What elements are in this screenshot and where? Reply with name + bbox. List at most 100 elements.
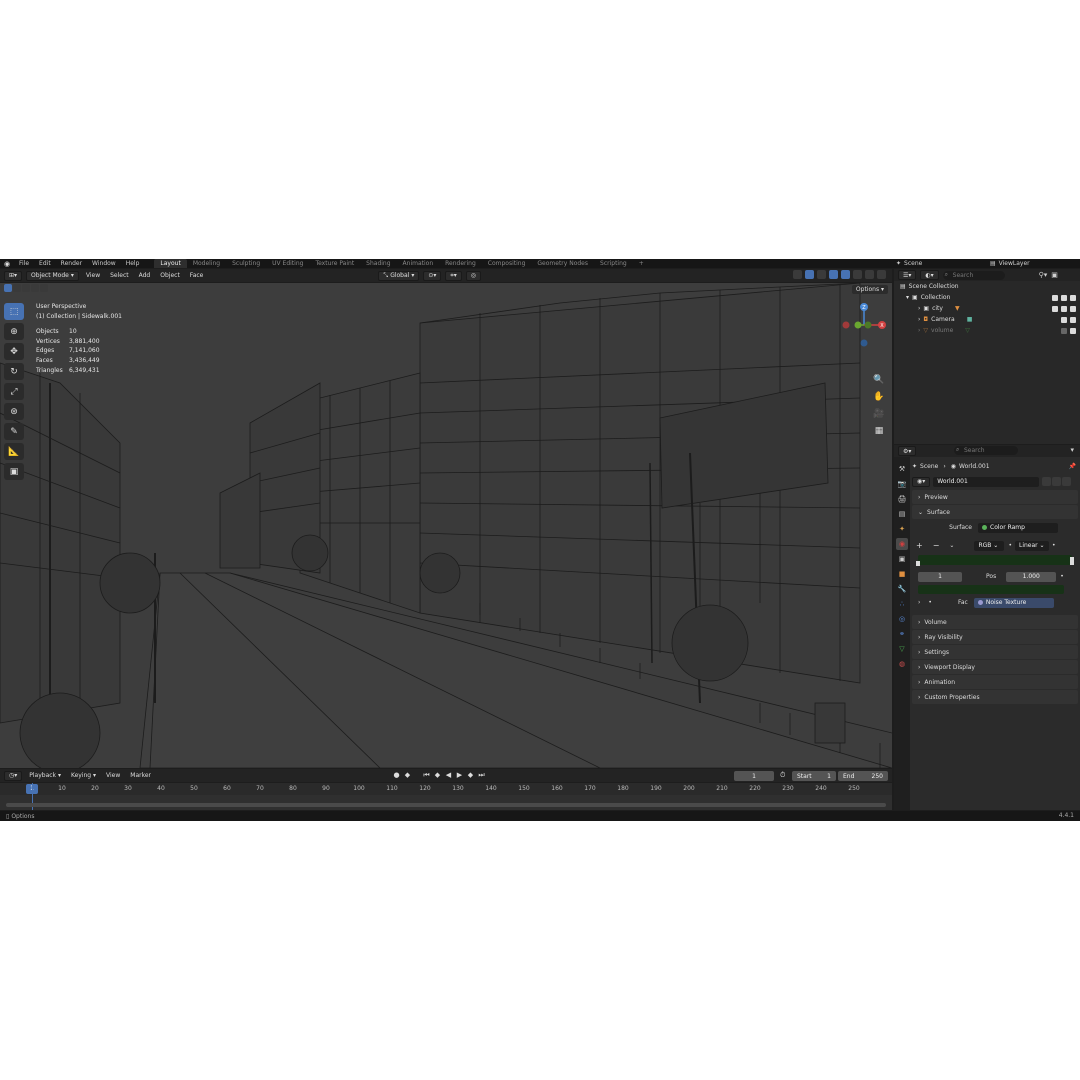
- add-stop-button[interactable]: +: [916, 541, 923, 550]
- blender-logo-icon[interactable]: ◉: [0, 259, 14, 268]
- ramp-menu-chevron-icon[interactable]: ⌄: [949, 542, 954, 549]
- view-layer-selector[interactable]: ▤ ViewLayer: [990, 259, 1080, 268]
- neg-y-axis-handle[interactable]: [864, 321, 872, 329]
- tab-shading[interactable]: Shading: [360, 259, 396, 268]
- wireframe-shading-icon[interactable]: [841, 270, 850, 279]
- color-mode-select[interactable]: RGB ⌄: [974, 540, 1005, 551]
- pos-field[interactable]: 1.000: [1006, 571, 1057, 582]
- color-ramp-gradient[interactable]: [916, 555, 1074, 566]
- fac-expand-icon[interactable]: ›: [918, 599, 920, 606]
- object-tab-icon[interactable]: ■: [896, 568, 908, 580]
- camera-icon[interactable]: [1070, 327, 1076, 334]
- select-box-tool-icon[interactable]: ⬚: [4, 303, 24, 320]
- collection-tab-icon[interactable]: ▣: [896, 553, 908, 565]
- menu-view[interactable]: View: [83, 272, 103, 279]
- eye-icon[interactable]: [1061, 316, 1067, 323]
- material-shading-icon[interactable]: [865, 270, 874, 279]
- current-frame-field[interactable]: 1: [734, 771, 774, 781]
- remove-stop-button[interactable]: −: [933, 541, 940, 550]
- expand-icon[interactable]: ›: [918, 305, 920, 312]
- menu-keying[interactable]: Keying ▾: [68, 772, 99, 779]
- timeline-ruler[interactable]: 1 10 20 30 40 50 60 70 80 90 100 110 120…: [0, 783, 892, 795]
- outliner-editor-type-button[interactable]: ☰▾: [898, 270, 917, 280]
- select-invert-icon[interactable]: [31, 284, 39, 292]
- scene-selector[interactable]: ✦ Scene: [896, 259, 980, 268]
- tab-modeling[interactable]: Modeling: [187, 259, 226, 268]
- exclude-checkbox[interactable]: [1052, 305, 1058, 312]
- outliner-item-collection[interactable]: ▾ ▣ Collection: [894, 292, 1080, 303]
- panel-viewport-display[interactable]: › Viewport Display: [912, 660, 1078, 674]
- material-tab-icon[interactable]: ◍: [896, 658, 908, 670]
- menu-marker[interactable]: Marker: [127, 772, 154, 779]
- fake-user-icon[interactable]: [1042, 477, 1052, 486]
- unlink-icon[interactable]: [1062, 477, 1072, 486]
- tab-compositing[interactable]: Compositing: [482, 259, 532, 268]
- hidden-eye-icon[interactable]: [1061, 327, 1067, 334]
- outliner-root[interactable]: ▤ Scene Collection: [894, 281, 1080, 292]
- neg-x-axis-handle[interactable]: [842, 321, 850, 329]
- duplicate-icon[interactable]: [1052, 477, 1062, 486]
- expand-icon[interactable]: ›: [918, 327, 920, 334]
- menu-render[interactable]: Render: [56, 259, 87, 268]
- camera-icon[interactable]: [1070, 305, 1076, 312]
- end-frame-field[interactable]: End 250: [838, 771, 888, 781]
- tab-rendering[interactable]: Rendering: [439, 259, 482, 268]
- properties-editor-type-button[interactable]: ⚙▾: [898, 446, 917, 456]
- cursor-tool-icon[interactable]: ⊕: [4, 323, 24, 340]
- start-frame-field[interactable]: Start 1: [792, 771, 836, 781]
- menu-playback[interactable]: Playback ▾: [26, 772, 64, 779]
- 3d-viewport[interactable]: ⬚ ⊕ ✥ ↻ ⤢ ⊛ ✎ 📐 ▣ User Perspective (1) C…: [0, 283, 892, 768]
- menu-object[interactable]: Object: [157, 272, 183, 279]
- proportional-edit-button[interactable]: ◎: [465, 270, 482, 281]
- panel-ray-visibility[interactable]: › Ray Visibility: [912, 630, 1078, 644]
- zoom-icon[interactable]: 🔍: [872, 373, 886, 386]
- select-extend-icon[interactable]: [13, 284, 21, 292]
- scene-tab-icon[interactable]: ✦: [896, 523, 908, 535]
- stop-color-swatch[interactable]: [918, 585, 1064, 594]
- camera-view-icon[interactable]: 🎥: [872, 407, 886, 420]
- outliner-item-camera[interactable]: › ◘ Camera ■: [894, 314, 1080, 325]
- filter-icon[interactable]: ⚲▾: [1039, 271, 1048, 279]
- outliner-search-input[interactable]: Search: [942, 270, 1005, 280]
- y-axis-handle[interactable]: [854, 321, 862, 329]
- eye-icon[interactable]: [1061, 305, 1067, 312]
- tab-animation[interactable]: Animation: [397, 259, 440, 268]
- properties-search-input[interactable]: Search: [954, 445, 1018, 455]
- jump-start-icon[interactable]: ⏮: [422, 771, 431, 780]
- menu-file[interactable]: File: [14, 259, 34, 268]
- menu-add[interactable]: Add: [136, 272, 154, 279]
- expand-icon[interactable]: ›: [918, 316, 920, 323]
- fac-node-field[interactable]: Noise Texture: [973, 597, 1054, 608]
- menu-help[interactable]: Help: [121, 259, 145, 268]
- grid-projection-icon[interactable]: ▦: [872, 424, 886, 437]
- mode-selector[interactable]: Object Mode ▾: [26, 270, 79, 281]
- data-tab-icon[interactable]: ▽: [896, 643, 908, 655]
- ramp-stop-left[interactable]: [916, 561, 920, 566]
- panel-volume[interactable]: › Volume: [912, 615, 1078, 629]
- eye-icon[interactable]: [1061, 294, 1067, 301]
- tool-tab-icon[interactable]: ⚒: [896, 463, 908, 475]
- options-chevron-icon[interactable]: ▾: [1070, 446, 1074, 454]
- camera-icon[interactable]: [1070, 294, 1076, 301]
- outliner-item-city[interactable]: › ▣ city ▼: [894, 303, 1080, 314]
- tab-sculpting[interactable]: Sculpting: [226, 259, 266, 268]
- timeline-body[interactable]: [0, 783, 892, 810]
- display-mode-button[interactable]: ◐▾: [920, 270, 939, 280]
- tab-geometry-nodes[interactable]: Geometry Nodes: [531, 259, 594, 268]
- transform-orientation-selector[interactable]: ⤡ Global ▾: [378, 270, 420, 281]
- menu-timeline-view[interactable]: View: [103, 772, 123, 779]
- panel-animation[interactable]: › Animation: [912, 675, 1078, 689]
- menu-window[interactable]: Window: [87, 259, 121, 268]
- pivot-point-button[interactable]: ⊙▾: [423, 270, 442, 281]
- view-layer-tab-icon[interactable]: ▤: [896, 508, 908, 520]
- play-reverse-icon[interactable]: ◀: [444, 771, 453, 780]
- panel-custom-properties[interactable]: › Custom Properties: [912, 690, 1078, 704]
- ramp-stop-right[interactable]: [1070, 557, 1074, 565]
- particles-tab-icon[interactable]: ∴: [896, 598, 908, 610]
- world-name-field[interactable]: World.001: [933, 476, 1040, 487]
- rotate-tool-icon[interactable]: ↻: [4, 363, 24, 380]
- panel-preview[interactable]: › Preview: [912, 490, 1078, 504]
- menu-face[interactable]: Face: [187, 272, 207, 279]
- gizmo-toggle-icon[interactable]: [805, 270, 814, 279]
- prev-keyframe-icon[interactable]: ◆: [433, 771, 442, 780]
